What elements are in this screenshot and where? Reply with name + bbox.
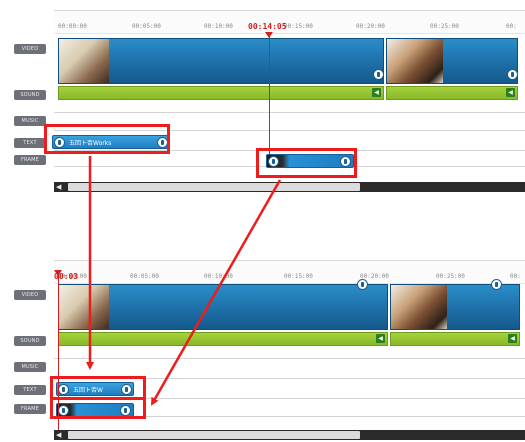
sound-clip[interactable]: ◀ — [58, 332, 388, 346]
track-label-music: MUSIC — [14, 362, 46, 372]
ruler-tick: 00: — [510, 273, 521, 280]
scroll-thumb[interactable] — [68, 431, 360, 439]
ruler-tick: 00:25:00 — [436, 273, 465, 280]
ruler-tick: 00:10:00 — [204, 23, 233, 30]
arrow-left-icon[interactable]: ◀ — [56, 183, 64, 191]
speaker-icon[interactable]: ◀ — [508, 334, 517, 343]
track-divider — [54, 358, 525, 359]
ruler-tick: 00:20:00 — [356, 23, 385, 30]
ruler-tick: 00:05:00 — [130, 273, 159, 280]
video-clip[interactable] — [58, 38, 384, 84]
ruler-tick: 00:00:00 — [58, 23, 87, 30]
drag-handle-icon[interactable] — [507, 69, 518, 80]
highlight-frame-clip-before — [256, 148, 357, 178]
speaker-icon[interactable]: ◀ — [376, 334, 385, 343]
video-clip[interactable] — [390, 279, 520, 330]
ruler-tick: 00:10:00 — [204, 273, 233, 280]
track-label-video: VIDEO — [14, 44, 46, 54]
drag-handle-icon[interactable] — [357, 279, 368, 290]
highlight-text-clip-before — [44, 124, 170, 154]
track-label-video: VIDEO — [14, 290, 46, 300]
timeline-panel-before: 00:00:00 00:05:00 00:10:00 00:15:00 00:2… — [0, 0, 525, 192]
drag-handle-icon[interactable] — [373, 69, 384, 80]
speaker-icon[interactable]: ◀ — [372, 88, 381, 97]
playhead-time-readout: 00:14:05 — [248, 22, 287, 31]
video-thumbnail — [59, 285, 109, 329]
video-thumbnail — [387, 39, 443, 83]
ruler-tick: 00:15:00 — [284, 273, 313, 280]
track-label-frame: FRAME — [14, 155, 46, 165]
ruler-tick: 00:15:00 — [284, 23, 313, 30]
ruler-tick: 00:25:00 — [430, 23, 459, 30]
ruler-tick: 00:05:00 — [132, 23, 161, 30]
timeline-panel-after: 00:00:00 00:05:00 00:10:00 00:15:00 00:2… — [0, 250, 525, 440]
scroll-thumb[interactable] — [68, 183, 360, 191]
ruler-tick: 00: — [506, 23, 517, 30]
timeline-scrollbar[interactable]: ◀ — [54, 182, 525, 192]
video-thumbnail — [59, 39, 109, 83]
track-label-frame: FRAME — [14, 404, 46, 414]
sound-clip[interactable]: ◀ — [390, 332, 520, 346]
highlight-frame-clip-after — [50, 397, 146, 419]
video-clip[interactable] — [386, 38, 518, 84]
timeline-scrollbar[interactable]: ◀ — [54, 430, 525, 440]
time-ruler[interactable]: 00:00:00 00:05:00 00:10:00 00:15:00 00:2… — [54, 260, 525, 284]
video-clip[interactable] — [58, 279, 388, 330]
track-label-sound: SOUND — [14, 336, 46, 346]
track-divider — [54, 112, 525, 113]
track-label-music: MUSIC — [14, 116, 46, 126]
playhead-line[interactable] — [269, 36, 270, 154]
video-thumbnail — [391, 285, 447, 329]
sound-clip[interactable]: ◀ — [386, 86, 518, 100]
track-label-text: TEXT — [14, 385, 46, 395]
arrow-left-icon[interactable]: ◀ — [56, 431, 64, 439]
sound-clip[interactable]: ◀ — [58, 86, 384, 100]
speaker-icon[interactable]: ◀ — [506, 88, 515, 97]
track-label-sound: SOUND — [14, 90, 46, 100]
time-ruler[interactable]: 00:00:00 00:05:00 00:10:00 00:15:00 00:2… — [54, 10, 525, 34]
drag-handle-icon[interactable] — [491, 279, 502, 290]
track-label-text: TEXT — [14, 138, 46, 148]
